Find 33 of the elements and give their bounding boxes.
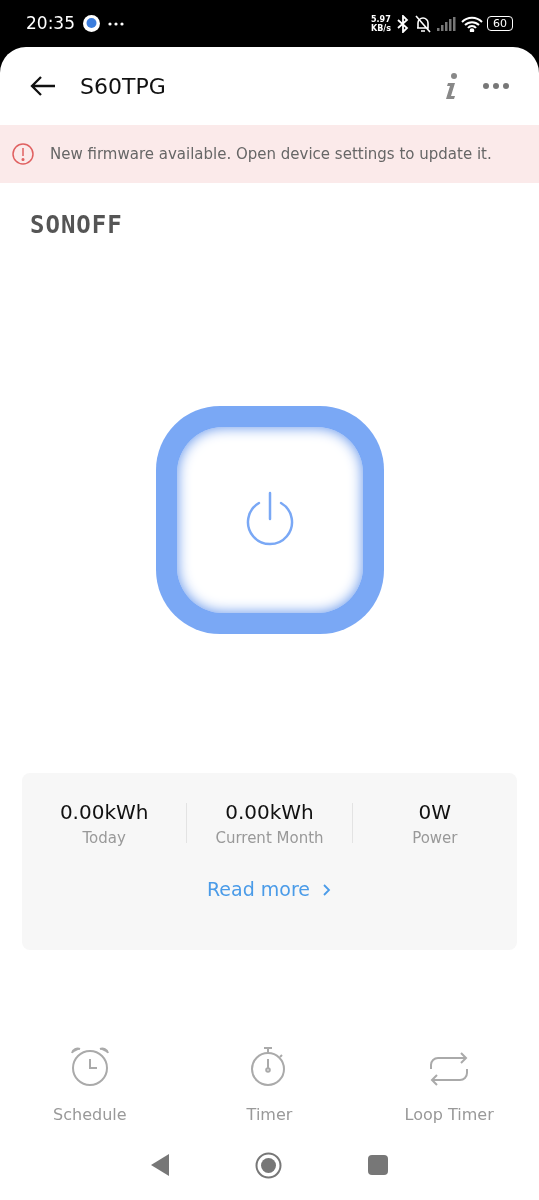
device-title: S60TPG [80,72,167,101]
battery-indicator: 60 [487,16,513,31]
alarm-clock-icon [68,1045,111,1087]
action-button[interactable]: Loop Timer [374,1050,525,1128]
read-more-link[interactable]: Read more [200,873,338,904]
warning-icon [12,143,34,165]
action-button[interactable]: Schedule [14,1044,165,1128]
info-icon[interactable] [445,72,459,100]
network-speed: 5.97 KB/s [371,14,392,33]
brand-logo: SONOFF [30,210,123,241]
more-icon [108,21,124,26]
stat-value: 0.00kWh [224,799,315,826]
status-time: 20:35 [26,11,75,35]
stat-label: Today [81,828,127,849]
action-button[interactable]: Timer [194,1044,345,1128]
nav-home-icon[interactable] [255,1151,282,1179]
wifi-icon [461,15,483,32]
stat-value: 0W [417,799,453,826]
loop-icon [428,1051,471,1087]
power-button[interactable] [155,406,384,634]
nav-recents-icon[interactable] [368,1155,388,1175]
more-options-icon[interactable] [483,83,509,89]
stat-label: Current Month [214,828,325,849]
bluetooth-icon [397,14,409,33]
chevron-icon [322,883,332,897]
nav-back-icon[interactable] [151,1154,169,1176]
stat-label: Power [411,828,459,849]
stat-value: 0.00kWh [58,799,150,826]
firmware-message: New firmware available. Open device settings to update it. [50,143,492,165]
back-arrow-icon[interactable] [30,76,56,96]
chat-icon [83,15,100,32]
muted-bell-icon [413,14,433,33]
signal-icon [437,16,457,31]
